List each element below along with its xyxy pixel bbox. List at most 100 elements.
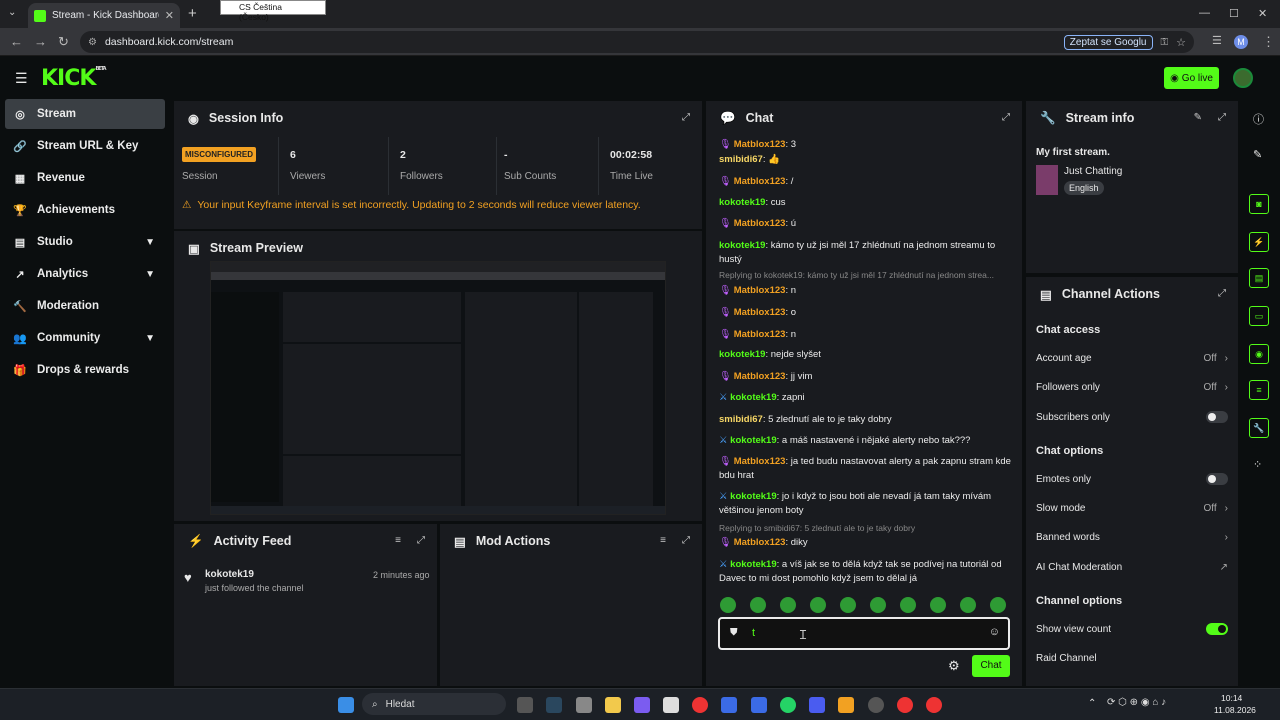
- popout-icon[interactable]: ⤢: [1218, 112, 1226, 123]
- emote-icon[interactable]: [780, 597, 796, 613]
- camera-icon[interactable]: ◙: [1249, 194, 1269, 214]
- chat-username[interactable]: kokotek19: [719, 349, 765, 360]
- clock-date[interactable]: 11.08.2026: [1214, 705, 1256, 715]
- sidebar-item-revenue[interactable]: ▦ Revenue: [5, 163, 165, 193]
- kick-logo[interactable]: KICKBETA: [41, 66, 107, 91]
- sliders-icon[interactable]: ≡: [1249, 380, 1269, 400]
- chat-message[interactable]: ⚔ kokotek19: jo i když to jsou boti ale …: [719, 490, 1019, 518]
- mail-icon[interactable]: [751, 697, 767, 713]
- hamburger-menu-icon[interactable]: ☰: [15, 70, 28, 87]
- emote-icon[interactable]: [960, 597, 976, 613]
- whatsapp-icon[interactable]: [780, 697, 796, 713]
- followers-only-row[interactable]: Followers only Off ›: [1036, 373, 1228, 401]
- sidebar-item-stream[interactable]: ◎ Stream: [5, 99, 165, 129]
- chat-username[interactable]: smibidi67: [719, 154, 763, 165]
- emote-icon[interactable]: [900, 597, 916, 613]
- chat-username[interactable]: Matblox123: [734, 285, 786, 296]
- chat-message[interactable]: ⚔ kokotek19: zapni: [719, 391, 1019, 405]
- popout-icon[interactable]: ⤢: [682, 112, 690, 123]
- file-explorer-icon[interactable]: [605, 697, 621, 713]
- filter-icon[interactable]: ≡: [395, 535, 401, 546]
- ask-google-button[interactable]: Zeptat se Googlu: [1063, 34, 1153, 50]
- emotes-only-toggle[interactable]: [1206, 473, 1228, 485]
- chat-username[interactable]: Matblox123: [734, 537, 786, 548]
- tray-chevron-icon[interactable]: ⌃: [1088, 698, 1096, 709]
- app-icon[interactable]: [838, 697, 854, 713]
- chat-message[interactable]: 🎙 Matblox123: /: [719, 175, 1019, 189]
- account-age-row[interactable]: Account age Off ›: [1036, 344, 1228, 372]
- emote-icon[interactable]: [750, 597, 766, 613]
- steam-icon[interactable]: [546, 697, 562, 713]
- popout-icon[interactable]: ⤢: [417, 535, 425, 546]
- emote-icon[interactable]: [840, 597, 856, 613]
- sidebar-item-stream-url[interactable]: 🔗 Stream URL & Key: [5, 131, 165, 161]
- taskbar-search[interactable]: ⌕ Hledat: [362, 693, 506, 715]
- tab-list-icon[interactable]: ⌄: [8, 7, 16, 18]
- chat-send-button[interactable]: Chat: [972, 655, 1010, 677]
- stream-preview-video[interactable]: [210, 261, 666, 515]
- browser-menu-icon[interactable]: ⋮: [1262, 34, 1275, 50]
- chat-username[interactable]: kokotek19: [719, 240, 765, 251]
- info-icon[interactable]: ⓘ: [1253, 111, 1264, 127]
- chat-message-list[interactable]: 🎙 Matblox123: 3 smibidi67: 👍 🎙 Matblox123:…: [706, 135, 1022, 591]
- emote-icon[interactable]: [930, 597, 946, 613]
- chat-message[interactable]: ⚔ kokotek19: a máš nastavené i nějaké al…: [719, 434, 1019, 448]
- chat-message[interactable]: 🎙 Matblox123: jj vim: [719, 370, 1019, 384]
- close-window-icon[interactable]: ✕: [1258, 7, 1267, 20]
- subscribers-only-toggle[interactable]: [1206, 411, 1228, 423]
- sidebar-item-studio[interactable]: ▤ Studio ▼: [5, 227, 165, 257]
- profile-avatar[interactable]: M: [1234, 35, 1248, 49]
- site-info-icon[interactable]: ⚙: [88, 37, 97, 48]
- chat-username[interactable]: Matblox123: [734, 456, 786, 467]
- go-live-button[interactable]: ◉ Go live: [1164, 67, 1219, 89]
- outlook-icon[interactable]: [721, 697, 737, 713]
- chat-message[interactable]: smibidi67: 5 zlednutí ale to je taky dob…: [719, 413, 1019, 427]
- chat-message[interactable]: ⚔ kokotek19: a víš jak se to dělá když t…: [719, 558, 1019, 586]
- chat-message[interactable]: 🎙 Matblox123: ú: [719, 217, 1019, 231]
- show-view-count-toggle[interactable]: [1206, 623, 1228, 635]
- wrench-icon[interactable]: 🔧: [1249, 418, 1269, 438]
- chat-message[interactable]: 🎙 Matblox123: ja ted budu nastavovat ale…: [719, 455, 1019, 483]
- user-avatar[interactable]: [1233, 68, 1253, 88]
- tray-icons[interactable]: ⟳ ⬡ ⊕ ◉ ⌂ ♪: [1107, 697, 1166, 708]
- minimize-icon[interactable]: —: [1199, 7, 1210, 19]
- lightning-icon[interactable]: ⚡: [1249, 232, 1269, 252]
- chat-message[interactable]: kokotek19: cus: [719, 196, 1019, 210]
- sidebar-item-analytics[interactable]: ↗ Analytics ▼: [5, 259, 165, 289]
- maximize-icon[interactable]: ☐: [1229, 7, 1239, 20]
- raid-channel-row[interactable]: Raid Channel: [1036, 644, 1228, 672]
- apps-icon[interactable]: ⁘: [1253, 458, 1262, 471]
- popout-icon[interactable]: ⤢: [1002, 112, 1010, 123]
- chat-message[interactable]: 🎙 Matblox123: 3: [719, 138, 1019, 152]
- app-icon[interactable]: [809, 697, 825, 713]
- sidebar-item-achievements[interactable]: 🏆 Achievements: [5, 195, 165, 225]
- chat-username[interactable]: Matblox123: [734, 329, 786, 340]
- chat-input[interactable]: ⛊ t Ｉ ☺: [718, 617, 1010, 650]
- sidebar-item-community[interactable]: 👥 Community ▼: [5, 323, 165, 353]
- chrome-icon[interactable]: [692, 697, 708, 713]
- chat-message[interactable]: 🎙 Matblox123: o: [719, 306, 1019, 320]
- chat-message[interactable]: 🎙 Matblox123: n: [719, 284, 1019, 298]
- chat-username[interactable]: Matblox123: [734, 139, 786, 150]
- forward-icon[interactable]: →: [34, 34, 47, 49]
- omnibox[interactable]: ⚙ dashboard.kick.com/stream Zeptat se Go…: [80, 31, 1194, 53]
- chat-username[interactable]: Matblox123: [734, 371, 786, 382]
- chat-username[interactable]: Matblox123: [734, 176, 786, 187]
- new-tab-icon[interactable]: +: [188, 5, 197, 22]
- url-text[interactable]: dashboard.kick.com/stream: [105, 36, 1056, 48]
- edit-pencil-icon[interactable]: ✎: [1194, 112, 1202, 123]
- chat-username[interactable]: kokotek19: [730, 392, 776, 403]
- chat-message[interactable]: 🎙 Matblox123: diky: [719, 536, 1019, 550]
- sidebar-item-moderation[interactable]: 🔨 Moderation: [5, 291, 165, 321]
- chat-username[interactable]: Matblox123: [734, 307, 786, 318]
- task-view-icon[interactable]: [517, 697, 533, 713]
- copilot-icon[interactable]: [634, 697, 650, 713]
- close-tab-icon[interactable]: ✕: [165, 9, 174, 22]
- chat-message[interactable]: smibidi67: 👍: [719, 153, 1019, 167]
- banned-words-row[interactable]: Banned words ›: [1036, 523, 1228, 551]
- app-icon[interactable]: [576, 697, 592, 713]
- emoji-icon[interactable]: ☺: [989, 626, 1000, 638]
- emote-icon[interactable]: [870, 597, 886, 613]
- popout-icon[interactable]: ⤢: [1218, 288, 1226, 299]
- sidebar-item-drops[interactable]: 🎁 Drops & rewards: [5, 355, 165, 385]
